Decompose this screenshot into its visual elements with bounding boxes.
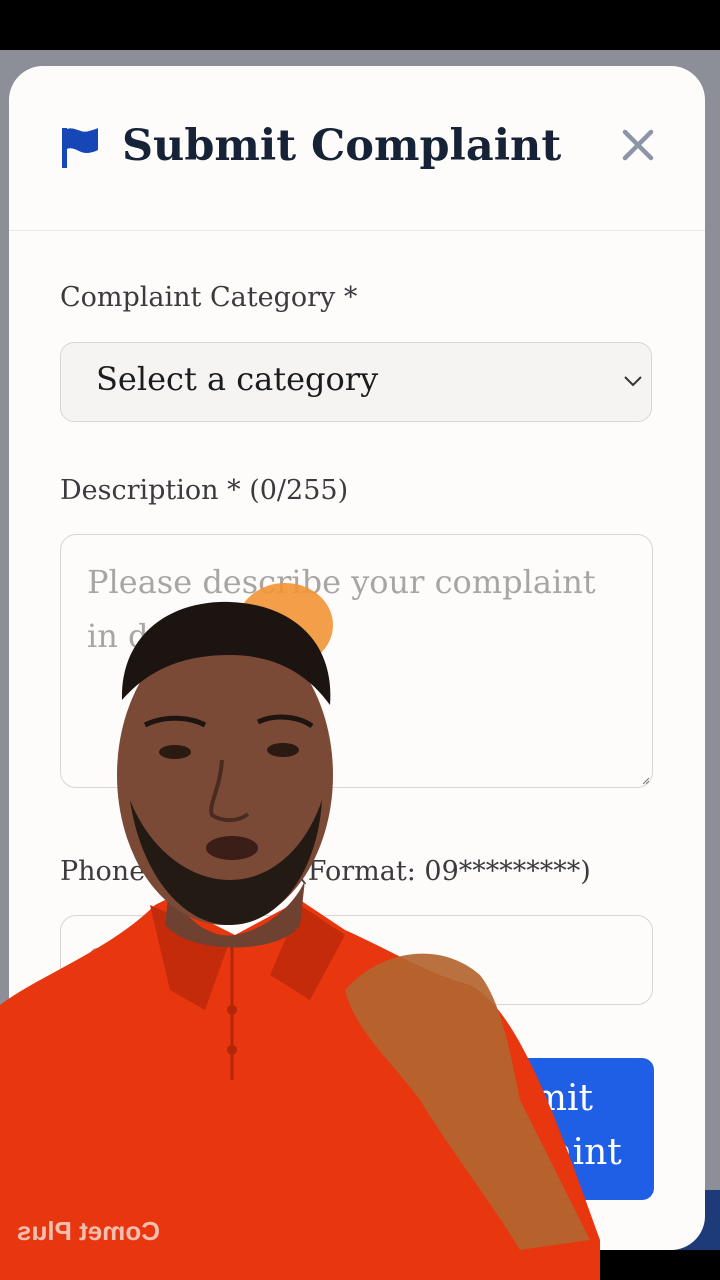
phone-field[interactable]: 09********* [60, 915, 653, 1005]
flag-icon [62, 128, 98, 168]
phone-label: Phone Number * (Format: 09*********) [60, 856, 591, 887]
submit-complaint-button[interactable]: Submit Complaint [401, 1058, 654, 1200]
chevron-down-icon [624, 376, 642, 387]
modal-header: Submit Complaint [9, 66, 705, 231]
complaint-modal: Submit Complaint Complaint Category * Se… [9, 66, 705, 1250]
category-select[interactable]: Select a category [60, 342, 652, 422]
category-selected-value: Select a category [96, 360, 379, 398]
close-icon[interactable] [619, 126, 657, 164]
description-placeholder: Please describe your complaint in detail… [87, 563, 596, 655]
resize-handle-icon[interactable] [642, 777, 650, 785]
phone-placeholder: 09********* [87, 942, 272, 980]
modal-title: Submit Complaint [122, 121, 562, 171]
category-label: Complaint Category * [60, 282, 358, 313]
description-label: Description * (0/255) [60, 475, 349, 506]
description-textarea[interactable]: Please describe your complaint in detail… [60, 534, 653, 788]
